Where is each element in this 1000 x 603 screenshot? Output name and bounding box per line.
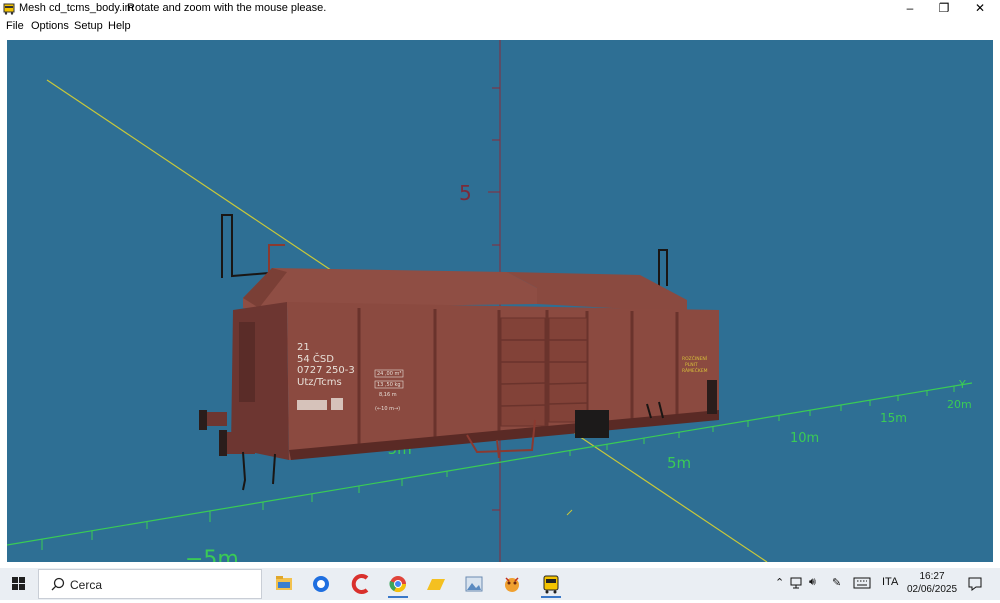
language-indicator[interactable]: ITA xyxy=(882,576,898,588)
volume-icon[interactable]: 🔊︎ xyxy=(809,576,816,589)
3d-viewport[interactable]: 5 Y 5m 10m 15m 20m −5m 21 54 ČSD 0727 25… xyxy=(7,40,993,562)
scene-canvas[interactable]: 5 Y 5m 10m 15m 20m −5m 21 54 ČSD 0727 25… xyxy=(7,40,993,562)
taskbar-search-box[interactable]: Cerca xyxy=(38,569,262,599)
network-icon[interactable] xyxy=(790,577,804,589)
menu-help[interactable]: Help xyxy=(108,20,131,32)
windows-start-icon[interactable] xyxy=(0,568,38,600)
folder-icon[interactable] xyxy=(418,570,454,598)
chrome-icon[interactable] xyxy=(380,570,416,598)
maximize-button[interactable]: ❐ xyxy=(927,0,961,18)
title-bar[interactable]: Mesh cd_tcms_body.im Rotate and zoom wit… xyxy=(0,0,1000,18)
z-tick-label: 5 xyxy=(459,181,472,205)
marking-line-2: 54 ČSD xyxy=(297,352,334,365)
y-tick-label-10m: 10m xyxy=(790,431,819,446)
x-tick-label-minus-5m-near: −5m xyxy=(185,547,239,562)
close-button[interactable]: ✕ xyxy=(963,0,997,18)
door-panel-right xyxy=(548,317,588,423)
roof-railing-red xyxy=(268,244,285,272)
marking-line-4: Utz/Tcms xyxy=(297,377,342,388)
search-placeholder: Cerca xyxy=(70,578,103,592)
info-line-3: 8,16 m xyxy=(379,392,397,398)
photos-icon[interactable] xyxy=(456,570,492,598)
tray-chevron-up-icon[interactable]: ⌃ xyxy=(775,576,784,589)
menu-file[interactable]: File xyxy=(6,20,24,32)
clock-date[interactable]: 02/06/2025 xyxy=(904,584,960,595)
end-panel xyxy=(239,322,255,402)
brake-box xyxy=(575,410,609,438)
file-explorer-icon[interactable] xyxy=(266,570,302,598)
emoji-app-icon[interactable] xyxy=(494,570,530,598)
window-title: Mesh cd_tcms_body.im xyxy=(19,2,134,14)
firefox-icon[interactable] xyxy=(303,570,339,598)
minimize-button[interactable]: – xyxy=(893,0,927,18)
y-tick-label-20m: 20m xyxy=(947,398,972,411)
marking-line-3: 0727 250-3 xyxy=(297,365,355,376)
side-label-line-3: RÁMEČKEM xyxy=(682,367,708,374)
menu-setup[interactable]: Setup xyxy=(74,20,103,32)
wagon-roof-left xyxy=(243,268,537,308)
info-line-1: 24 ,00 m³ xyxy=(377,371,401,377)
info-line-2: 13 ,50 kg xyxy=(377,382,401,388)
menu-bar: File Options Setup Help xyxy=(0,18,1000,36)
marking-line-1: 21 xyxy=(297,342,310,353)
train-app-icon[interactable] xyxy=(533,570,569,598)
wagon-model[interactable]: 21 54 ČSD 0727 250-3 Utz/Tcms 24 ,00 m³ … xyxy=(199,214,719,491)
side-label-line-2: PLNIT xyxy=(685,362,698,368)
menu-options[interactable]: Options xyxy=(31,20,69,32)
info-line-4: (←10 m→) xyxy=(375,406,400,412)
search-icon xyxy=(51,577,65,591)
app-icon xyxy=(3,3,15,15)
notifications-icon[interactable] xyxy=(967,576,983,592)
y-axis-label: Y xyxy=(958,378,966,391)
clock-time[interactable]: 16:27 xyxy=(912,571,952,582)
door-panel-left xyxy=(500,317,546,427)
side-label-line-1: ROZČINENÍ xyxy=(682,355,708,362)
taskbar: Cerca ⌃ 🔊︎ ✎ ITA 16:27 02/06/2025 xyxy=(0,568,1000,600)
y-tick-label-15m: 15m xyxy=(880,411,907,425)
pen-icon[interactable]: ✎ xyxy=(832,576,841,589)
y-tick-label-5m: 5m xyxy=(667,454,691,472)
window-hint: Rotate and zoom with the mouse please. xyxy=(127,2,327,14)
ccleaner-icon[interactable] xyxy=(343,570,379,598)
keyboard-icon[interactable] xyxy=(853,577,871,589)
